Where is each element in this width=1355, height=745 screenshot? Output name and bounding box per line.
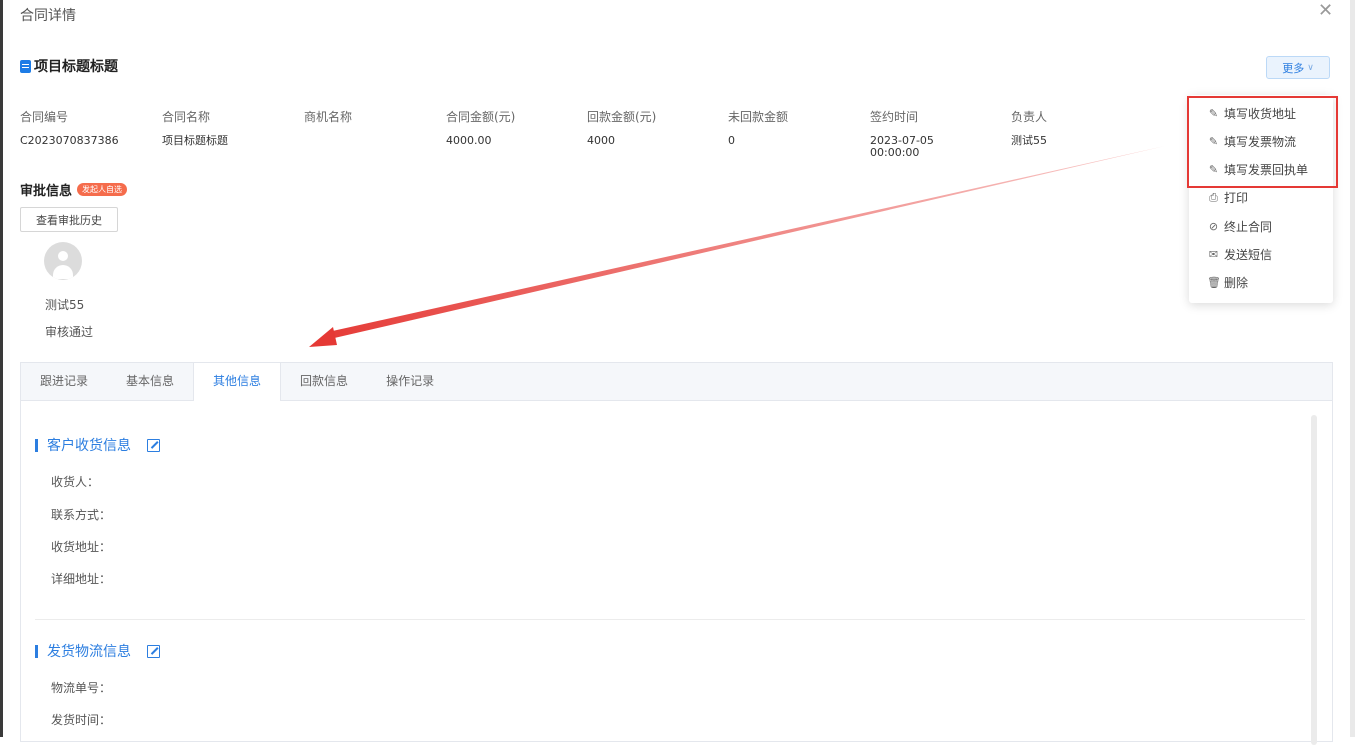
close-icon[interactable]: ✕ <box>1318 2 1333 20</box>
section-bar <box>35 438 38 452</box>
chevron-down-icon: ∨ <box>1307 62 1314 73</box>
menu-item-fill-receiving-address[interactable]: ✎ 填写收货地址 <box>1207 105 1296 122</box>
edit-icon: ✎ <box>1208 163 1219 176</box>
avatar-body <box>53 265 73 279</box>
arrow-head <box>309 327 337 347</box>
info-value: 2023-07-05 00:00:00 <box>870 135 934 159</box>
info-opportunity-name: 商机名称 <box>304 108 352 135</box>
section-divider <box>35 619 1305 620</box>
tab-payment-info[interactable]: 回款信息 <box>281 363 367 400</box>
menu-item-label: 填写发票回执单 <box>1224 163 1309 177</box>
tabs-panel: 跟进记录 基本信息 其他信息 回款信息 操作记录 客户收货信息 收货人： 联系方… <box>20 362 1333 745</box>
field-detail-address: 详细地址： <box>51 572 112 586</box>
menu-item-send-sms[interactable]: ✉ 发送短信 <box>1207 246 1272 263</box>
approval-title: 审批信息 发起人自选 <box>20 180 128 199</box>
menu-item-label: 填写收货地址 <box>1224 107 1297 121</box>
window-edge <box>0 0 3 737</box>
menu-item-label: 填写发票物流 <box>1224 135 1297 149</box>
edit-icon[interactable] <box>147 644 160 658</box>
menu-item-label: 终止合同 <box>1224 220 1273 234</box>
info-value: 4000 <box>587 134 615 147</box>
tab-other-info[interactable]: 其他信息 <box>193 363 282 401</box>
info-contract-no: 合同编号 C2023070837386 <box>20 108 119 147</box>
section-receiving-title: 客户收货信息 <box>35 435 160 455</box>
stop-icon: ⊘ <box>1208 220 1219 233</box>
info-owner: 负责人 测试55 <box>1011 108 1047 147</box>
scrollbar[interactable] <box>1311 415 1317 745</box>
mail-icon: ✉ <box>1208 248 1219 261</box>
menu-item-print[interactable]: ⎙ 打印 <box>1207 189 1248 206</box>
field-tracking-number: 物流单号： <box>51 681 112 695</box>
info-label: 合同编号 <box>20 110 69 124</box>
approval-title-text: 审批信息 <box>20 184 73 199</box>
menu-item-fill-invoice-receipt[interactable]: ✎ 填写发票回执单 <box>1207 161 1308 178</box>
tab-follow-up[interactable]: 跟进记录 <box>21 363 107 400</box>
section-bar <box>35 644 38 658</box>
menu-item-fill-invoice-logistics[interactable]: ✎ 填写发票物流 <box>1207 133 1296 150</box>
tab-operation-log[interactable]: 操作记录 <box>367 363 453 400</box>
edit-icon: ✎ <box>1208 107 1219 120</box>
edit-icon: ✎ <box>1208 135 1219 148</box>
approval-status: 审核通过 <box>45 325 94 339</box>
view-approval-history-button[interactable]: 查看审批历史 <box>20 207 118 232</box>
info-label: 回款金额(元) <box>587 110 657 124</box>
info-value: 测试55 <box>1011 134 1047 147</box>
info-label: 商机名称 <box>304 110 353 124</box>
window-edge-right <box>1350 0 1355 737</box>
info-value-time: 00:00:00 <box>870 146 920 159</box>
avatar-head <box>58 251 68 261</box>
info-value: 4000.00 <box>446 134 492 147</box>
arrow-shaft <box>328 146 1165 339</box>
info-value: 项目标题标题 <box>162 134 228 147</box>
menu-item-delete[interactable]: 🗑 删除 <box>1207 274 1248 291</box>
field-receiver: 收货人： <box>51 475 100 489</box>
more-button-label: 更多 <box>1282 61 1305 75</box>
menu-item-label: 打印 <box>1224 191 1249 205</box>
trash-icon: 🗑 <box>1207 276 1221 289</box>
clipboard-icon <box>20 59 31 73</box>
tab-basic-info[interactable]: 基本信息 <box>107 363 193 400</box>
edit-icon[interactable] <box>147 438 160 452</box>
project-title-text: 项目标题标题 <box>34 59 118 75</box>
dialog-title: 合同详情 <box>20 8 76 24</box>
info-contract-amount: 合同金额(元) 4000.00 <box>446 108 515 147</box>
info-label: 合同金额(元) <box>446 110 516 124</box>
info-sign-time: 签约时间 2023-07-05 00:00:00 <box>870 108 934 159</box>
info-payment-amount: 回款金额(元) 4000 <box>587 108 656 147</box>
info-label: 合同名称 <box>162 110 211 124</box>
more-button[interactable]: 更多 ∨ <box>1266 56 1330 79</box>
info-label: 负责人 <box>1011 110 1048 124</box>
info-unpaid-amount: 未回款金额 0 <box>728 108 788 147</box>
field-contact: 联系方式： <box>51 508 112 522</box>
approval-badge: 发起人自选 <box>77 183 128 196</box>
more-dropdown-menu: ✎ 填写收货地址 ✎ 填写发票物流 ✎ 填写发票回执单 ⎙ 打印 ⊘ 终止合同 … <box>1189 95 1333 303</box>
printer-icon: ⎙ <box>1209 190 1218 204</box>
project-title: 项目标题标题 <box>20 56 118 76</box>
menu-item-label: 删除 <box>1224 276 1249 290</box>
menu-item-label: 发送短信 <box>1224 248 1273 262</box>
section-logistics-title: 发货物流信息 <box>35 641 160 661</box>
approver-name: 测试55 <box>45 298 85 312</box>
info-value: C2023070837386 <box>20 134 119 147</box>
info-label: 未回款金额 <box>728 110 789 124</box>
info-label: 签约时间 <box>870 110 919 124</box>
avatar <box>44 242 82 280</box>
section-title-text: 客户收货信息 <box>47 438 131 454</box>
section-title-text: 发货物流信息 <box>47 644 131 660</box>
field-ship-time: 发货时间： <box>51 713 112 727</box>
field-address: 收货地址： <box>51 540 112 554</box>
menu-item-terminate-contract[interactable]: ⊘ 终止合同 <box>1207 218 1272 235</box>
tabs-bar: 跟进记录 基本信息 其他信息 回款信息 操作记录 <box>21 363 1332 401</box>
info-value: 0 <box>728 134 735 147</box>
info-contract-name: 合同名称 项目标题标题 <box>162 108 228 147</box>
